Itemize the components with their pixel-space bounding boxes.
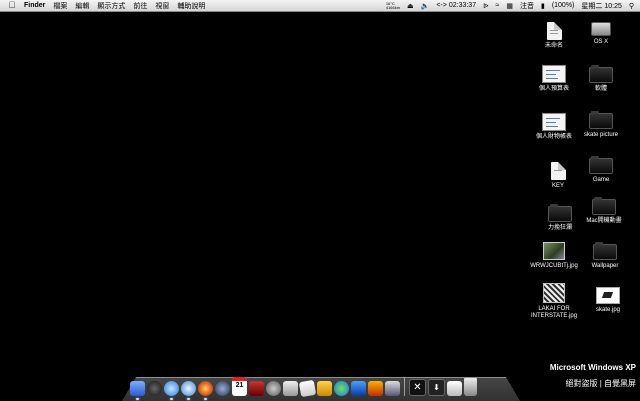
document-icon [550,162,566,180]
garageband-icon[interactable] [368,381,383,396]
menu-view[interactable]: 顯示方式 [97,1,125,11]
messenger-icon[interactable] [334,381,349,396]
installer-icon[interactable] [385,381,400,396]
timer-status[interactable]: <-> 02:33:37 [436,2,476,9]
watermark-subtitle: 絕對盜版 | 自覺黑屏 [565,379,636,388]
textedit-icon[interactable] [298,379,317,398]
image-file-icon [596,287,620,304]
menu-app-finder[interactable]: Finder [24,2,45,9]
dashboard-icon[interactable] [147,381,162,396]
folder-icon [589,65,613,83]
spreadsheet-icon [542,113,566,131]
dock-separator [404,378,405,396]
folder-icon [593,242,617,260]
watermark-title: Microsoft Windows XP [549,363,636,372]
desktop-icon-folder-game[interactable]: Game [573,155,629,184]
desktop-icon-label: Wallpaper [591,263,619,269]
battery-percent[interactable]: (100%) [552,2,575,9]
desktop-icon-label: OS X [593,39,609,45]
folder-app-icon[interactable] [351,381,366,396]
weather-distance: 4166km [385,4,401,10]
folder-icon [589,111,613,129]
image-file-icon [543,242,565,260]
desktop-icon-folder-skate-picture[interactable]: skate picture [573,110,629,139]
imovie-icon[interactable] [317,381,332,396]
document-icon [546,22,562,40]
menu-edit[interactable]: 編輯 [75,1,89,11]
ical-icon[interactable]: 21 [232,377,247,396]
downloads-stack-icon[interactable]: ⬇ [428,379,445,396]
menu-window[interactable]: 視窗 [155,1,169,11]
menu-bar:  Finder 檔案 編輯 顯示方式 前往 視窗 輔助說明 16°C 4166… [0,0,640,12]
volume-icon[interactable]: 🔈 [421,2,430,10]
folder-icon [592,197,616,215]
wifi-icon[interactable]: ≈ [495,2,499,9]
desktop-icon-label: skate.jpg [595,307,620,313]
apple-icon[interactable]:  [6,0,18,11]
desktop-icon-folder-wallpaper[interactable]: Wallpaper [577,241,633,270]
preview-icon[interactable] [283,381,298,396]
desktop-icon-label: Game [592,177,610,183]
folder-icon [548,204,572,222]
x11-icon[interactable]: ✕ [409,379,426,396]
bluetooth-icon[interactable]: ᐉ [483,2,488,10]
battery-icon[interactable]: ▮ [541,2,545,10]
finder-icon[interactable] [130,381,145,400]
spreadsheet-icon [542,65,566,83]
photo-booth-icon[interactable] [249,381,264,396]
firefox-icon[interactable] [198,381,213,400]
desktop-icon-wrwj-jpg[interactable]: WRWJCUBtTj.jpg [526,241,582,270]
desktop-icon-label: 軟體 [594,86,607,92]
input-method-icon[interactable]: ▦ [506,2,513,10]
desktop-icon-folder-software[interactable]: 軟體 [573,64,629,93]
image-file-icon [543,283,565,303]
itunes-icon[interactable] [164,381,179,400]
desktop-icon-label: skate picture [583,132,619,138]
mail-stack-icon[interactable] [447,381,462,396]
dock: 21 ✕ ⬇ [130,376,510,400]
folder-icon [589,156,613,174]
eject-icon[interactable]: ⏏ [407,2,414,10]
desktop-icon-label: Mac開機動畫 [586,218,622,224]
quicktime-icon[interactable] [215,381,230,396]
trash-icon[interactable] [464,378,477,396]
desktop-icon-label: LAKAI FOR INTERSTATE.jpg [530,306,578,319]
system-preferences-icon[interactable] [266,381,281,396]
desktop-icon-skate-jpg[interactable]: skate.jpg [580,285,636,314]
menu-go[interactable]: 前往 [133,1,147,11]
desktop-icon-label: KEY [551,183,564,189]
menu-file[interactable]: 檔案 [53,1,67,11]
input-method-label[interactable]: 注音 [520,1,534,11]
weather-status[interactable]: 16°C 4166km [385,1,401,10]
desktop-icon-osx-drive[interactable]: OS X [573,18,629,46]
menu-help[interactable]: 輔助說明 [177,1,205,11]
menu-clock[interactable]: 星期二 10:25 [581,1,621,11]
hard-drive-icon [591,22,611,36]
desktop-icon-label: WRWJCUBtTj.jpg [530,263,578,269]
menu-extras: 16°C 4166km ⏏ 🔈 <-> 02:33:37 ᐉ ≈ ▦ 注音 ▮ … [379,0,634,11]
desktop-icon-folder-mac-boot[interactable]: Mac開機動畫 [576,196,632,225]
desktop-icon-label: 力挽狂瀾 [547,225,572,231]
desktop-icon-lakai-jpg[interactable]: LAKAI FOR INTERSTATE.jpg [526,283,582,320]
spotlight-icon[interactable]: ⚲ [629,2,634,10]
safari-icon[interactable] [181,381,196,400]
